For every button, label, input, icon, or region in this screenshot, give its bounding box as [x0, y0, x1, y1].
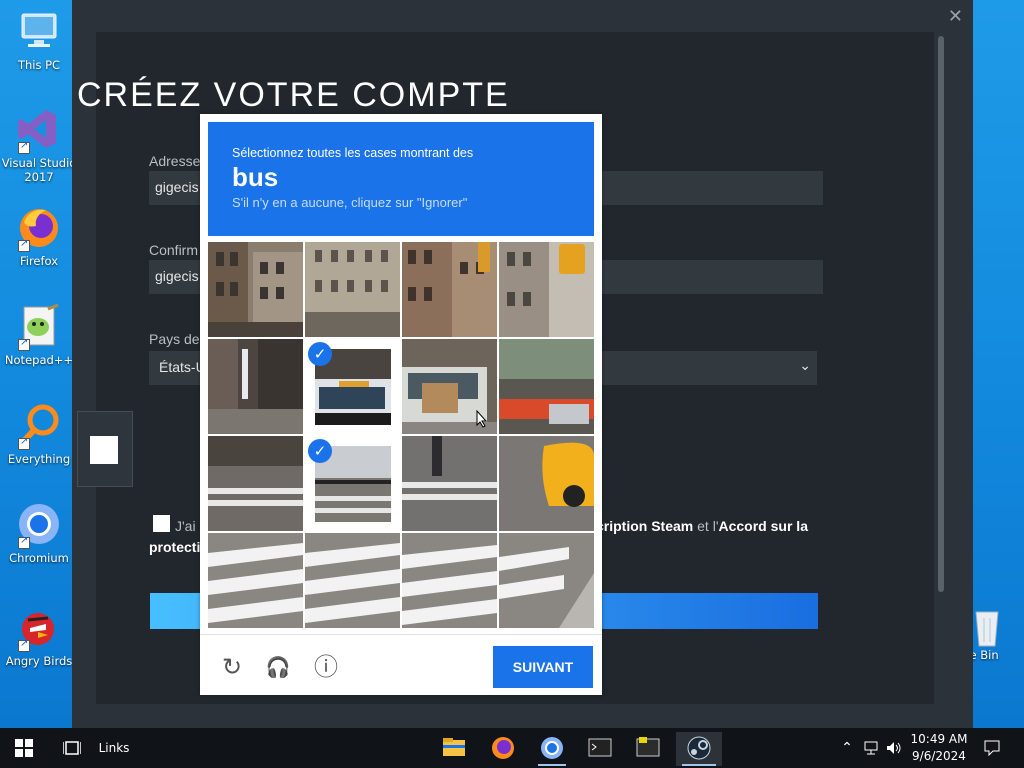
terms-text-prefix: J'ai: [175, 518, 196, 534]
taskbar-app[interactable]: [628, 732, 668, 766]
page-title: CRÉEZ VOTRE COMPTE: [77, 76, 510, 114]
taskbar-steam[interactable]: [676, 732, 722, 766]
confirm-email-label: Confirm: [149, 242, 199, 258]
captcha-tile-selected[interactable]: ✓: [305, 339, 400, 434]
captcha-tile[interactable]: [402, 533, 497, 628]
start-button[interactable]: [4, 728, 44, 768]
captcha-tile[interactable]: [208, 339, 303, 434]
task-view-icon: [62, 741, 82, 755]
recaptcha-instruction: Sélectionnez toutes les cases montrant d…: [232, 146, 474, 160]
captcha-tile[interactable]: [499, 339, 594, 434]
chromium-icon: [541, 737, 563, 759]
terms-text-line1: cription Steam et l'Accord sur la: [596, 518, 808, 534]
chevron-up-icon[interactable]: ⌃: [838, 728, 856, 768]
taskbar-terminal[interactable]: [580, 732, 620, 766]
firefox-icon: [16, 204, 62, 252]
terminal-icon: [588, 738, 612, 757]
country-label: Pays de: [149, 331, 200, 347]
links-toolbar[interactable]: Links: [96, 728, 132, 768]
desktop-icon-label: Chromium: [9, 551, 69, 565]
country-value: États-U: [159, 359, 206, 375]
desktop-icon-label: Firefox: [19, 254, 59, 268]
taskbar: Links ⌃ 10:49 AM 9/6/2024: [0, 728, 1024, 768]
folder-icon: [443, 738, 465, 756]
captcha-widget: [77, 411, 133, 487]
email-label: Adresse: [149, 153, 201, 169]
captcha-tile[interactable]: [208, 242, 303, 337]
desktop-icon-label: This PC: [17, 58, 61, 72]
subscriber-agreement-link[interactable]: cription Steam: [596, 518, 693, 534]
firefox-icon: [492, 737, 514, 759]
captcha-tile[interactable]: [208, 533, 303, 628]
captcha-tile[interactable]: [208, 436, 303, 531]
desktop-icon-this-pc[interactable]: This PC: [1, 8, 77, 72]
headphones-icon[interactable]: 🎧: [264, 653, 292, 681]
info-icon[interactable]: ⓘ: [312, 653, 340, 681]
taskbar-file-explorer[interactable]: [434, 732, 474, 766]
chromium-icon: [16, 501, 62, 549]
system-clock[interactable]: 10:49 AM 9/6/2024: [904, 731, 974, 765]
check-icon: ✓: [308, 439, 332, 463]
task-view-button[interactable]: [52, 728, 92, 768]
visual-studio-icon: [16, 106, 62, 154]
steam-icon: [687, 736, 711, 760]
terms-checkbox[interactable]: [153, 515, 170, 532]
captcha-tile-selected[interactable]: ✓: [305, 436, 400, 531]
network-icon[interactable]: [860, 728, 882, 768]
email-value: gigecis: [155, 179, 199, 195]
desktop-icon-label: Notepad++: [4, 353, 74, 367]
captcha-tile[interactable]: [305, 242, 400, 337]
desktop-icon-everything[interactable]: Everything: [1, 402, 77, 466]
privacy-link-continued[interactable]: protecti: [149, 539, 200, 555]
desktop-icon-angry-birds[interactable]: Angry Birds: [1, 604, 77, 668]
close-icon[interactable]: ✕: [948, 6, 963, 27]
magnifier-icon: [16, 402, 62, 450]
recaptcha-keyword: bus: [232, 162, 279, 192]
windows-icon: [15, 739, 33, 757]
chevron-down-icon: ⌄: [799, 357, 811, 373]
scrollbar[interactable]: [938, 36, 944, 592]
captcha-tile[interactable]: [402, 242, 497, 337]
mouse-cursor-icon: [476, 410, 488, 428]
privacy-agreement-link[interactable]: Accord sur la: [719, 518, 808, 534]
captcha-checkbox[interactable]: [90, 436, 118, 464]
desktop-icon-label: Everything: [7, 452, 71, 466]
desktop-icon-notepadpp[interactable]: Notepad++: [1, 303, 77, 367]
notification-icon[interactable]: [980, 728, 1004, 768]
captcha-tile[interactable]: [305, 533, 400, 628]
recaptcha-hint: S'il n'y en a aucune, cliquez sur "Ignor…: [232, 195, 468, 210]
desktop-icon-visual-studio[interactable]: Visual Studio 2017: [1, 106, 77, 184]
captcha-tile[interactable]: [402, 436, 497, 531]
angry-birds-icon: [16, 604, 62, 652]
recaptcha-image-grid: ✓ ✓: [208, 242, 594, 628]
desktop-icon-chromium[interactable]: Chromium: [1, 501, 77, 565]
captcha-tile[interactable]: [499, 533, 594, 628]
volume-icon[interactable]: [884, 728, 904, 768]
next-button[interactable]: SUIVANT: [493, 646, 593, 688]
computer-icon: [16, 8, 62, 54]
terms-and-text: et l': [693, 518, 719, 534]
notepadpp-icon: [16, 303, 62, 351]
captcha-tile[interactable]: [499, 242, 594, 337]
terms-text-line2: protecti: [149, 539, 200, 555]
desktop-icon-firefox[interactable]: Firefox: [1, 204, 77, 268]
reload-icon[interactable]: ↻: [218, 653, 246, 681]
recaptcha-footer: ↻ 🎧 ⓘ SUIVANT: [200, 634, 602, 695]
recaptcha-challenge: Sélectionnez toutes les cases montrant d…: [200, 114, 602, 695]
clock-date: 9/6/2024: [912, 749, 966, 763]
taskbar-firefox[interactable]: [483, 732, 523, 766]
confirm-email-value: gigecis: [155, 268, 199, 284]
app-window-icon: [636, 737, 660, 757]
desktop-icon-label: Visual Studio 2017: [1, 156, 77, 184]
taskbar-chromium[interactable]: [532, 732, 572, 766]
check-icon: ✓: [308, 342, 332, 366]
clock-time: 10:49 AM: [910, 732, 968, 746]
recaptcha-header: Sélectionnez toutes les cases montrant d…: [208, 122, 594, 236]
desktop: This PC Visual Studio 2017 Firefox Notep…: [0, 0, 1024, 728]
desktop-icon-label: Angry Birds: [5, 654, 73, 668]
captcha-tile[interactable]: [499, 436, 594, 531]
